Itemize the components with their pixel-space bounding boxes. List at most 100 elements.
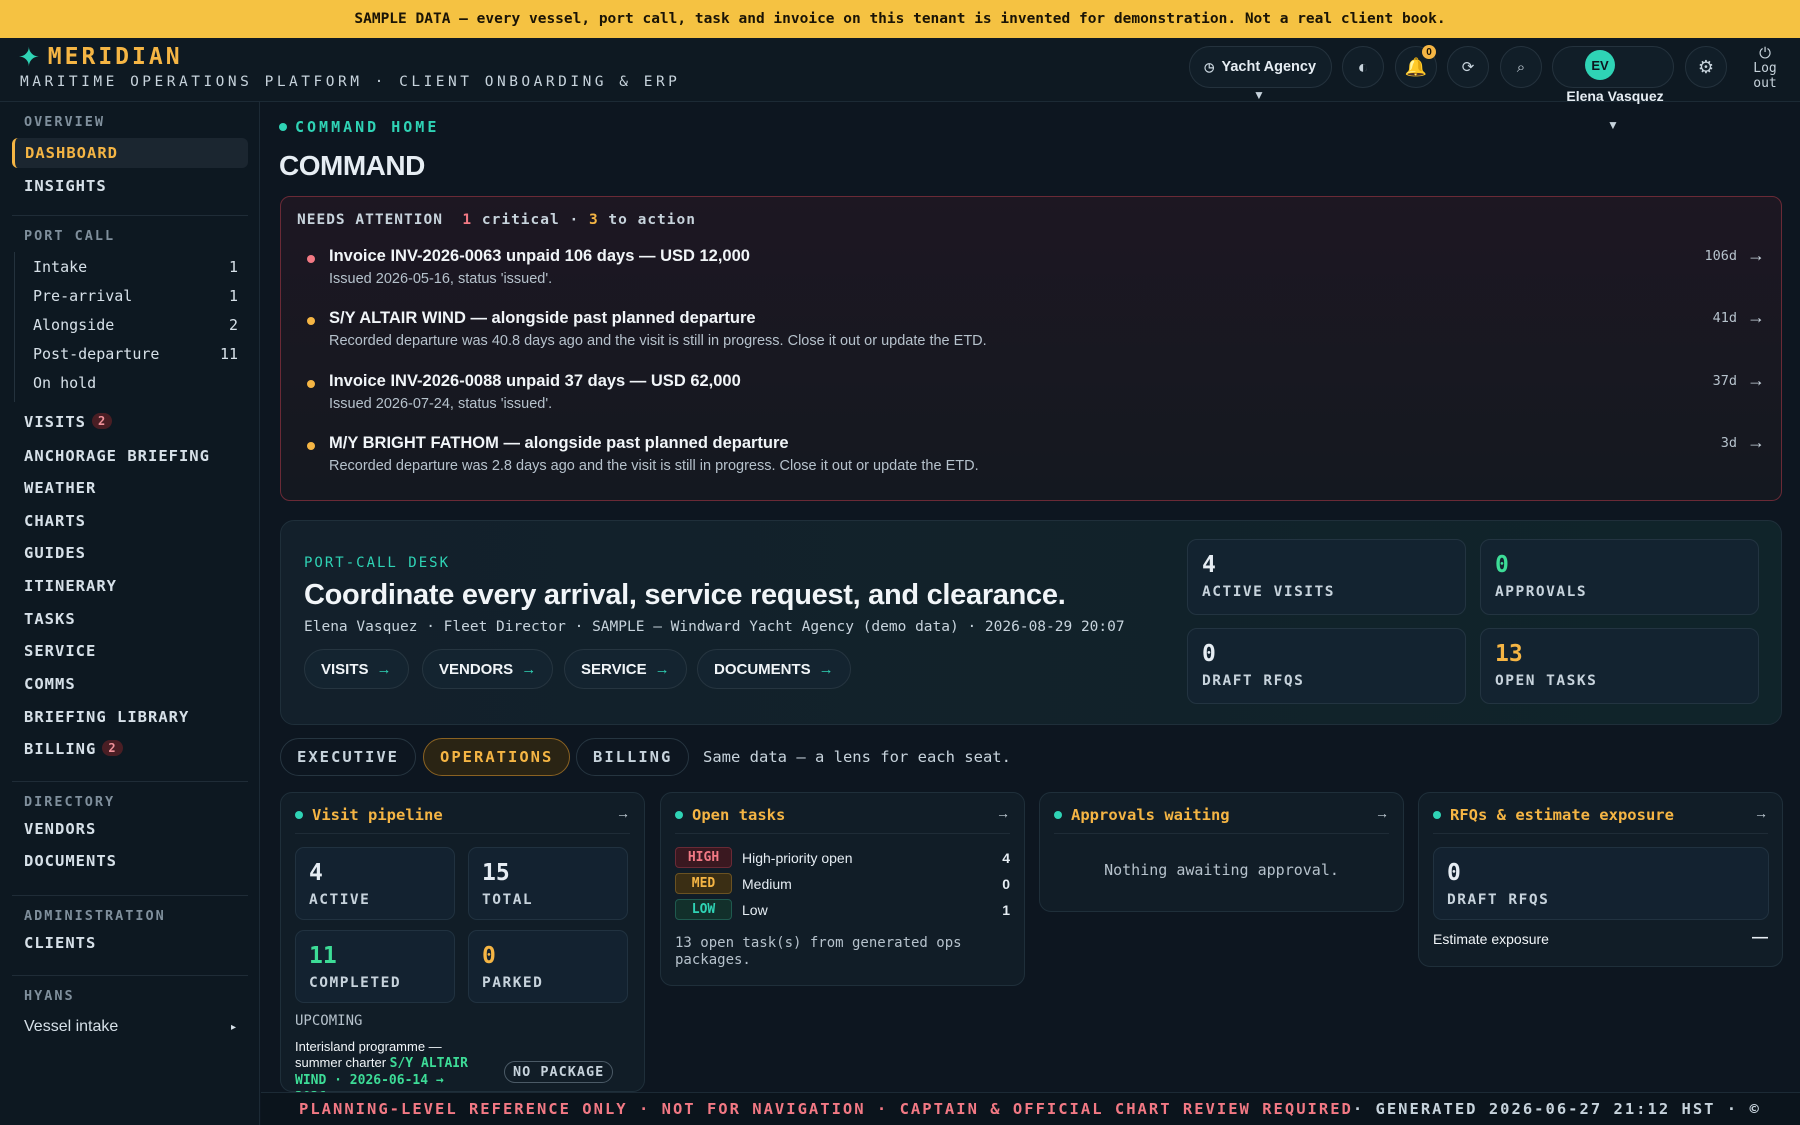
task-row-low[interactable]: LOW Low 1 [675, 899, 1010, 921]
logout-button[interactable]: ⏻ Log out [1740, 46, 1790, 98]
link-vendors[interactable]: VENDORS → [422, 649, 554, 689]
desk-meta: Elena Vasquez · Fleet Director · SAMPLE … [304, 619, 1125, 635]
desk-kicker: PORT-CALL DESK [304, 555, 451, 571]
sidebar-item-on-hold[interactable]: On hold [33, 374, 238, 392]
stat-open-tasks[interactable]: 13 OPEN TASKS [1480, 628, 1759, 704]
status-dot [279, 123, 287, 131]
upcoming-label: UPCOMING [295, 1013, 363, 1029]
contrast-icon: ◐ [1357, 56, 1369, 77]
arrow-right-icon[interactable]: → [1754, 805, 1768, 821]
logout-icon: ⏻ [1759, 44, 1771, 62]
notification-count-badge: 0 [1422, 45, 1436, 59]
sidebar-item-visits[interactable]: VISITS 2 [24, 413, 113, 431]
arrow-right-icon[interactable]: → [1747, 432, 1765, 453]
attention-item[interactable]: Invoice INV-2026-0063 unpaid 106 days — … [307, 245, 1767, 303]
lens-note: Same data — a lens for each seat. [703, 748, 1011, 766]
lens-billing[interactable]: BILLING [576, 738, 690, 776]
theme-toggle-button[interactable]: ◐ [1342, 46, 1384, 88]
sidebar-item-dashboard[interactable]: DASHBOARD [12, 138, 248, 168]
sidebar-item-itinerary[interactable]: ITINERARY [24, 577, 117, 595]
sidebar-item-weather[interactable]: WEATHER [24, 479, 96, 497]
sidebar-item-guides[interactable]: GUIDES [24, 544, 86, 562]
card-title[interactable]: RFQs & estimate exposure [1433, 806, 1674, 824]
visits-badge: 2 [92, 413, 113, 429]
exposure-value: — [1752, 929, 1768, 946]
refresh-button[interactable]: ⟳ [1447, 46, 1489, 88]
sidebar-item-documents[interactable]: DOCUMENTS [24, 852, 117, 870]
attention-item[interactable]: M/Y BRIGHT FATHOM — alongside past plann… [307, 432, 1767, 490]
arrow-right-icon[interactable]: → [1747, 307, 1765, 328]
card-title[interactable]: Open tasks [675, 806, 785, 824]
sidebar-item-anchorage-briefing[interactable]: ANCHORAGE BRIEFING [24, 447, 210, 465]
link-visits[interactable]: VISITS → [304, 649, 409, 689]
sidebar-item-label: Vessel intake [24, 1018, 119, 1035]
sidebar-item-service[interactable]: SERVICE [24, 642, 96, 660]
arrow-right-icon: → [376, 660, 392, 678]
sidebar-item-briefing-library[interactable]: BRIEFING LIBRARY [24, 708, 189, 726]
warning-dot [307, 317, 315, 325]
chevron-down-icon[interactable]: ▼ [1253, 88, 1265, 102]
warning-dot [307, 380, 315, 388]
sidebar-item-alongside[interactable]: Alongside 2 [33, 316, 238, 334]
footer-disclaimer: PLANNING-LEVEL REFERENCE ONLY · NOT FOR … [261, 1092, 1800, 1125]
arrow-right-icon[interactable]: → [1375, 805, 1389, 821]
arrow-right-icon: → [818, 660, 834, 678]
brand-name: MERIDIAN [47, 44, 183, 70]
sidebar-item-charts[interactable]: CHARTS [24, 512, 86, 530]
avatar[interactable]: EV [1585, 50, 1615, 80]
task-row-high[interactable]: HIGH High-priority open 4 [675, 847, 1010, 869]
settings-button[interactable]: ⚙ [1685, 46, 1727, 88]
sidebar-item-clients[interactable]: CLIENTS [24, 934, 96, 952]
sidebar-item-intake[interactable]: Intake 1 [33, 258, 238, 276]
sidebar-item-post-departure[interactable]: Post-departure 11 [33, 345, 238, 363]
sidebar-item-tasks[interactable]: TASKS [24, 610, 76, 628]
top-bar: ✦ MERIDIAN MARITIME OPERATIONS PLATFORM … [0, 38, 1800, 104]
pipeline-completed[interactable]: 11 COMPLETED [295, 930, 455, 1003]
brand-tagline: MARITIME OPERATIONS PLATFORM · CLIENT ON… [20, 74, 681, 90]
section-hyans: HYANS [24, 988, 75, 1004]
sidebar-item-billing[interactable]: BILLING 2 [24, 740, 123, 758]
sidebar-item-pre-arrival[interactable]: Pre-arrival 1 [33, 287, 238, 305]
lens-executive[interactable]: EXECUTIVE [280, 738, 416, 776]
arrow-right-icon[interactable]: → [1747, 370, 1765, 391]
empty-state: Nothing awaiting approval. [1104, 861, 1339, 879]
sidebar-item-comms[interactable]: COMMS [24, 675, 76, 693]
notifications-button[interactable]: 🔔 0 [1395, 45, 1437, 88]
attention-item[interactable]: Invoice INV-2026-0088 unpaid 37 days — U… [307, 370, 1767, 428]
brand-logo[interactable]: ✦ MERIDIAN [18, 44, 183, 70]
main-content: COMMAND HOME COMMAND NEEDS ATTENTION 1 c… [261, 102, 1800, 1105]
task-row-medium[interactable]: MED Medium 0 [675, 873, 1010, 895]
approvals-card: Approvals waiting → Nothing awaiting app… [1039, 792, 1404, 912]
link-documents[interactable]: DOCUMENTS → [697, 649, 851, 689]
sidebar-item-vendors[interactable]: VENDORS [24, 820, 96, 838]
stat-active-visits[interactable]: 4 ACTIVE VISITS [1187, 539, 1466, 615]
stat-draft-rfqs[interactable]: 0 DRAFT RFQS [1187, 628, 1466, 704]
agency-label: Yacht Agency [1221, 59, 1317, 75]
arrow-right-icon[interactable]: → [996, 805, 1010, 821]
stat-approvals[interactable]: 0 APPROVALS [1480, 539, 1759, 615]
lens-operations[interactable]: OPERATIONS [423, 738, 571, 776]
bell-icon: 🔔 [1404, 56, 1428, 77]
open-tasks-card: Open tasks → HIGH High-priority open 4 MED… [660, 792, 1025, 986]
search-button[interactable]: ⌕ [1500, 46, 1542, 88]
arrow-right-icon[interactable]: → [1747, 245, 1765, 266]
link-service[interactable]: SERVICE → [564, 649, 687, 689]
pipeline-active[interactable]: 4 ACTIVE [295, 847, 455, 920]
arrow-right-icon: → [654, 660, 670, 678]
section-administration: ADMINISTRATION [24, 908, 166, 924]
arrow-right-icon[interactable]: → [616, 805, 630, 821]
clock-icon: ◷ [1204, 60, 1215, 74]
attention-item[interactable]: S/Y ALTAIR WIND — alongside past planned… [307, 307, 1767, 365]
divider [12, 781, 248, 782]
pipeline-total[interactable]: 15 TOTAL [468, 847, 628, 920]
chevron-right-icon: ▸ [230, 1022, 236, 1033]
sidebar-item-vessel-intake[interactable]: Vessel intake ▸ [24, 1018, 236, 1036]
pipeline-parked[interactable]: 0 PARKED [468, 930, 628, 1003]
sidebar-item-insights[interactable]: INSIGHTS [24, 177, 107, 195]
agency-switcher[interactable]: ◷ Yacht Agency [1189, 46, 1332, 88]
card-title[interactable]: Approvals waiting [1054, 806, 1230, 824]
arrow-right-icon: → [521, 660, 537, 678]
compass-star-icon: ✦ [18, 42, 40, 72]
card-title[interactable]: Visit pipeline [295, 806, 443, 824]
rfq-draft-stat[interactable]: 0 DRAFT RFQS [1433, 847, 1769, 920]
